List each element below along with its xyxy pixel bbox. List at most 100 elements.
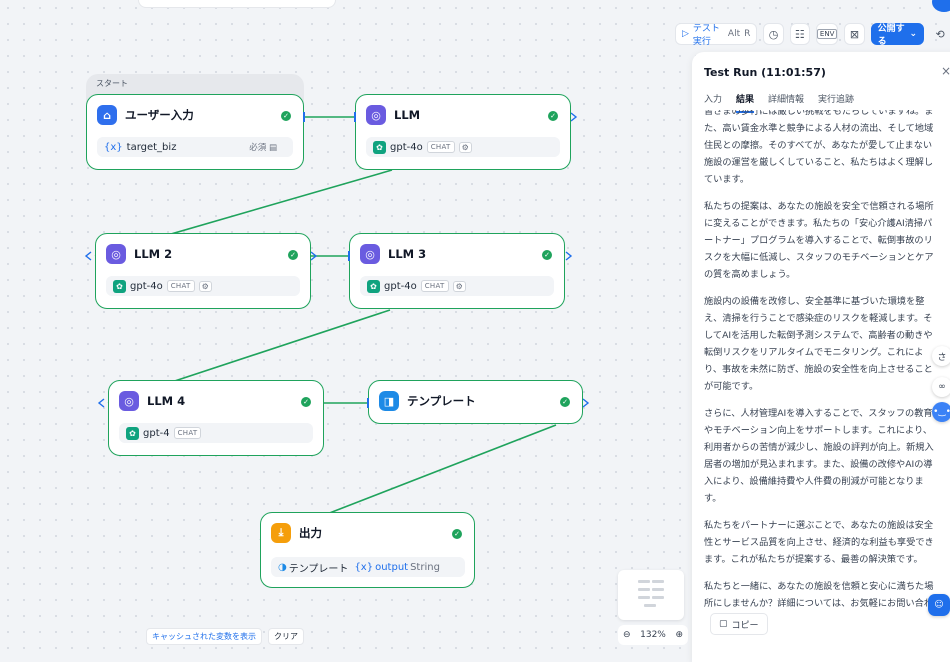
template-icon: ◨: [379, 391, 399, 411]
success-check-icon: ✓: [288, 250, 298, 260]
side-widget-2[interactable]: ∞: [932, 377, 950, 397]
side-widget-glyph: さ: [937, 352, 947, 363]
model-row[interactable]: ✿ gpt-4o CHAT ⚙: [360, 276, 554, 296]
port-out-llm1: [570, 112, 578, 122]
assistant-face-icon[interactable]: •‿•: [932, 402, 950, 422]
output-variable-type: String: [410, 561, 440, 573]
openai-icon: ✿: [373, 140, 386, 154]
test-run-panel: Test Run (11:01:57) × 入力 結果 詳細情報 実行追跡 皆さ…: [692, 52, 950, 662]
model-row[interactable]: ✿ gpt-4o CHAT ⚙: [366, 137, 560, 157]
openai-icon: ✿: [113, 279, 126, 293]
copy-button[interactable]: ▢ コピー: [710, 613, 768, 635]
node-template[interactable]: ◨ テンプレート ✓: [368, 380, 583, 424]
node-header: ◎ LLM 2: [106, 244, 172, 264]
model-row[interactable]: ✿ gpt-4 CHAT: [119, 423, 313, 443]
mode-badge: CHAT: [166, 280, 195, 292]
port-in-template[interactable]: [367, 398, 369, 408]
minimap-node: [652, 596, 664, 599]
avatar[interactable]: [932, 0, 950, 12]
shortcut-key: R: [744, 29, 751, 39]
node-llm-3[interactable]: ◎ LLM 3 ✓ ✿ gpt-4o CHAT ⚙: [349, 233, 565, 309]
variable-icon: {x}: [104, 141, 123, 153]
success-check-icon: ✓: [281, 111, 291, 121]
zoom-control: ⊖ 132% ⊕: [618, 625, 688, 645]
node-llm[interactable]: ◎ LLM ✓ ✿ gpt-4o CHAT ⚙: [355, 94, 571, 170]
mode-badge: CHAT: [173, 427, 202, 439]
port-out-template: [582, 398, 590, 408]
port-in-llm3[interactable]: [348, 251, 350, 261]
clear-button[interactable]: クリア: [268, 628, 304, 645]
result-paragraph: 私たちと一緒に、あなたの施設を信頼と安心に満ちた場所にしませんか？詳細については…: [704, 581, 934, 609]
port-out-llm3: [565, 251, 573, 261]
node-header: ◎ LLM 3: [360, 244, 426, 264]
variable-name: target_biz: [126, 141, 177, 153]
test-run-label: テスト実行: [692, 24, 720, 47]
shortcut-alt: Alt: [727, 29, 741, 39]
start-label: スタート: [96, 79, 128, 88]
variables-button[interactable]: ⊠: [844, 23, 865, 45]
llm-icon: ◎: [119, 391, 139, 411]
node-title: 出力: [299, 526, 322, 540]
minimap-node: [638, 596, 650, 599]
publish-button[interactable]: 公開する ⌄: [870, 23, 925, 47]
model-row[interactable]: ✿ gpt-4o CHAT ⚙: [106, 276, 300, 296]
bottom-controls: キャッシュされた変数を表示 クリア: [146, 628, 304, 645]
output-variable-row[interactable]: ◑ テンプレート {x} output String: [271, 557, 465, 577]
llm-icon: ◎: [106, 244, 126, 264]
clock-icon: ◷: [768, 27, 779, 41]
minimap[interactable]: [618, 570, 684, 620]
checklist-button[interactable]: ☷: [789, 23, 810, 45]
env-button[interactable]: ENV: [815, 23, 839, 45]
template-source-icon: ◑: [278, 561, 287, 573]
zoom-out-icon[interactable]: ⊖: [623, 630, 631, 640]
env-label: ENV: [816, 29, 838, 39]
minimap-node: [638, 580, 650, 583]
minimap-node: [652, 580, 664, 583]
node-llm-2[interactable]: ◎ LLM 2 ✓ ✿ gpt-4o CHAT ⚙: [95, 233, 311, 309]
version-history-button[interactable]: ⟲: [930, 23, 950, 45]
output-icon: ⤓: [271, 523, 291, 543]
node-title: テンプレート: [407, 394, 476, 408]
node-user-input[interactable]: ⌂ ユーザー入力 ✓ {x} target_biz 必須 ▤: [86, 94, 304, 170]
close-icon[interactable]: ×: [941, 64, 950, 78]
node-title: LLM 2: [134, 247, 173, 261]
history-button[interactable]: ◷: [763, 23, 784, 45]
model-name: gpt-4: [143, 427, 170, 439]
settings-icon: ⚙: [458, 141, 472, 153]
checklist-icon: ☷: [794, 27, 805, 41]
side-widget-1[interactable]: さ: [932, 346, 950, 366]
model-name: gpt-4o: [384, 280, 417, 292]
workflow-toolbar: ▷ テスト実行 Alt R ◷ ☷ ENV ⊠ 公開する ⌄ ⟲: [675, 22, 950, 47]
port-in-llm1[interactable]: [354, 112, 356, 122]
openai-icon: ✿: [367, 279, 380, 293]
settings-icon: ⚙: [452, 280, 466, 292]
panel-title: Test Run (11:01:57): [704, 66, 826, 79]
zoom-in-icon[interactable]: ⊕: [675, 630, 683, 640]
output-variable-name: output: [375, 561, 409, 573]
chat-bot-icon[interactable]: ☺: [928, 594, 950, 616]
result-paragraph: 私たちをパートナーに選ぶことで、あなたの施設は安全性とサービス品質を向上させ、経…: [704, 520, 934, 565]
success-check-icon: ✓: [560, 397, 570, 407]
output-source: テンプレート: [288, 563, 349, 575]
port-in-llm2: [84, 251, 92, 261]
node-llm-4[interactable]: ◎ LLM 4 ✓ ✿ gpt-4 CHAT: [108, 380, 324, 456]
model-name: gpt-4o: [390, 141, 423, 153]
mode-badge: CHAT: [420, 280, 449, 292]
success-check-icon: ✓: [548, 111, 558, 121]
success-check-icon: ✓: [301, 397, 311, 407]
result-paragraph: 施設内の設備を改修し、安全基準に基づいた環境を整え、清掃を行うことで感染症のリス…: [704, 296, 933, 392]
publish-label: 公開する: [877, 24, 905, 47]
node-header: ◨ テンプレート: [379, 391, 476, 411]
port-out-user[interactable]: [303, 112, 305, 122]
result-paragraph: 皆さまの歩行には厳しい挑戦をもたらしていますね。また、高い賃金水準と競争による人…: [704, 110, 934, 185]
input-variable-row[interactable]: {x} target_biz 必須 ▤: [97, 137, 293, 157]
node-output[interactable]: ⤓ 出力 ✓ ◑ テンプレート {x} output String: [260, 512, 475, 588]
node-header: ⤓ 出力: [271, 523, 322, 543]
chevron-down-icon: ⌄: [909, 29, 918, 39]
openai-icon: ✿: [126, 426, 139, 440]
result-paragraph: 私たちの提案は、あなたの施設を安全で信頼される場所に変えることができます。私たち…: [704, 201, 934, 280]
home-icon: ⌂: [97, 105, 117, 125]
node-header: ◎ LLM: [366, 105, 420, 125]
show-cached-variables-button[interactable]: キャッシュされた変数を表示: [146, 628, 262, 645]
zoom-level[interactable]: 132%: [640, 630, 666, 640]
